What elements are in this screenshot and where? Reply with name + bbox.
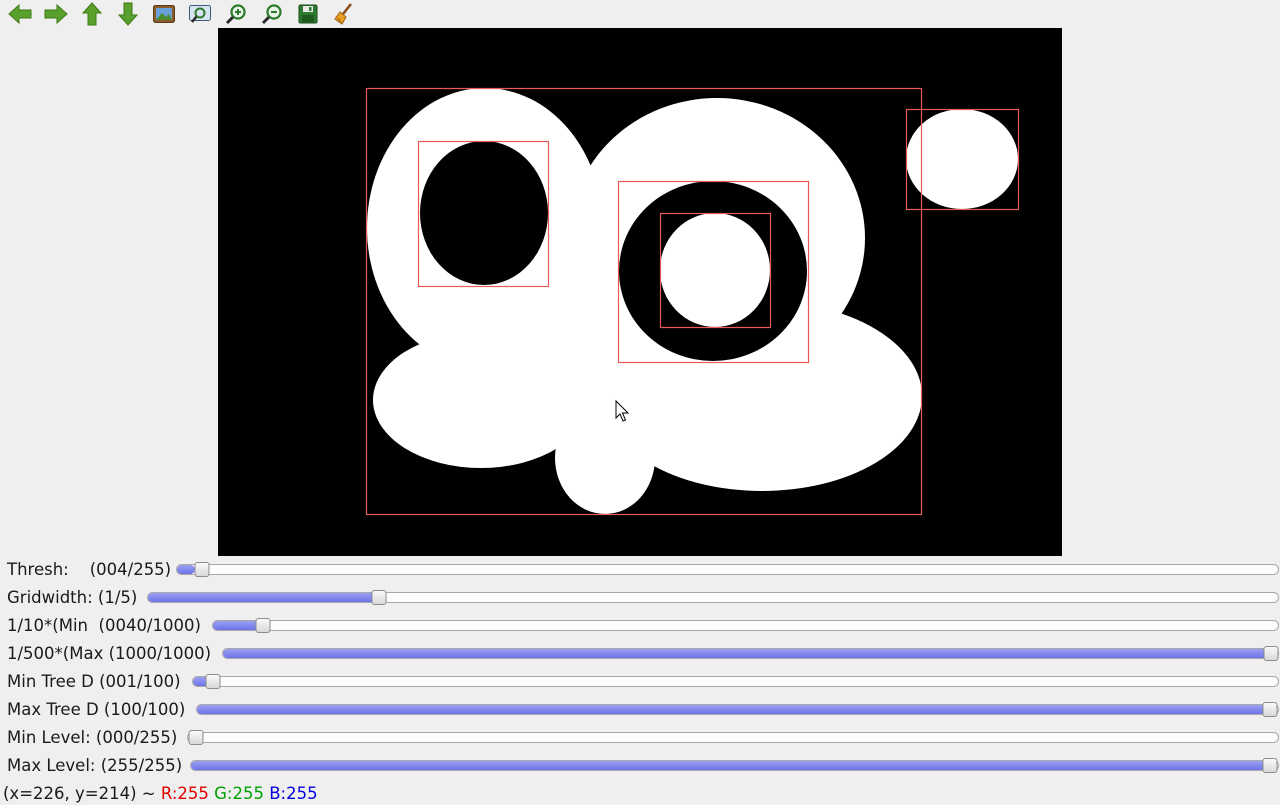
slider-handle[interactable] [1262, 702, 1278, 717]
zoom-reset-button[interactable] [151, 1, 177, 27]
slider-min-tree-d: Min Tree D (001/100) [0, 668, 1280, 696]
properties-icon [334, 3, 352, 25]
slider-fill [223, 649, 1271, 658]
slider-handle[interactable] [188, 730, 204, 745]
save-icon [298, 4, 318, 24]
slider-handle[interactable] [194, 562, 210, 577]
zoom-x30-button[interactable] [187, 1, 213, 27]
pan-up-button[interactable] [79, 1, 105, 27]
pan-left-button[interactable] [7, 1, 33, 27]
slider-fill [197, 705, 1271, 714]
status-bar: (x=226, y=214) ~ R:255 G:255 B:255 [3, 783, 318, 805]
pan-right-button[interactable] [43, 1, 69, 27]
slider-label: Thresh: (004/255) [7, 560, 172, 579]
pan-right-icon [44, 3, 68, 25]
slider-track[interactable] [147, 590, 1279, 605]
slider-track[interactable] [176, 562, 1279, 577]
slider-thresh: Thresh: (004/255) [0, 556, 1280, 584]
slider-handle[interactable] [205, 674, 221, 689]
slider-track[interactable] [190, 758, 1279, 773]
slider-max-tree-d: Max Tree D (100/100) [0, 696, 1280, 724]
pan-left-icon [8, 3, 32, 25]
zoom-in-button[interactable] [223, 1, 249, 27]
slider-max: 1/500*(Max (1000/1000) [0, 640, 1280, 668]
zoom-out-button[interactable] [259, 1, 285, 27]
slider-label: Min Level: (000/255) [7, 728, 178, 747]
slider-handle[interactable] [371, 590, 387, 605]
slider-track[interactable] [212, 618, 1279, 633]
pan-down-button[interactable] [115, 1, 141, 27]
slider-track[interactable] [222, 646, 1279, 661]
properties-button[interactable] [331, 1, 357, 27]
slider-label: 1/500*(Max (1000/1000) [7, 644, 212, 663]
slider-track[interactable] [192, 674, 1279, 689]
binary-image [365, 87, 1020, 516]
slider-handle[interactable] [1262, 758, 1278, 773]
slider-track[interactable] [196, 702, 1279, 717]
status-green: G:255 [214, 784, 264, 803]
status-red: R:255 [160, 784, 209, 803]
slider-label: Max Level: (255/255) [7, 756, 183, 775]
status-blue: B:255 [269, 784, 318, 803]
slider-gridwidth: Gridwidth: (1/5) [0, 584, 1280, 612]
slider-fill [148, 593, 379, 602]
slider-track[interactable] [187, 730, 1279, 745]
slider-label: Max Tree D (100/100) [7, 700, 186, 719]
slider-label: Gridwidth: (1/5) [7, 588, 138, 607]
slider-label: Min Tree D (001/100) [7, 672, 181, 691]
slider-label: 1/10*(Min (0040/1000) [7, 616, 201, 635]
status-coords: (x=226, y=214) ~ [3, 784, 161, 803]
image-canvas[interactable] [218, 28, 1062, 556]
pan-up-icon [81, 2, 103, 26]
slider-min-level: Min Level: (000/255) [0, 724, 1280, 752]
zoom-in-icon [225, 4, 246, 25]
zoom-x30-icon [189, 5, 211, 23]
slider-min: 1/10*(Min (0040/1000) [0, 612, 1280, 640]
slider-fill [177, 565, 195, 574]
toolbar [0, 0, 1280, 28]
slider-handle[interactable] [1263, 646, 1279, 661]
pan-down-icon [117, 2, 139, 26]
slider-handle[interactable] [255, 618, 271, 633]
zoom-out-icon [261, 4, 282, 25]
slider-max-level: Max Level: (255/255) [0, 752, 1280, 780]
save-button[interactable] [295, 1, 321, 27]
zoom-reset-icon [153, 5, 175, 23]
slider-fill [191, 761, 1271, 770]
